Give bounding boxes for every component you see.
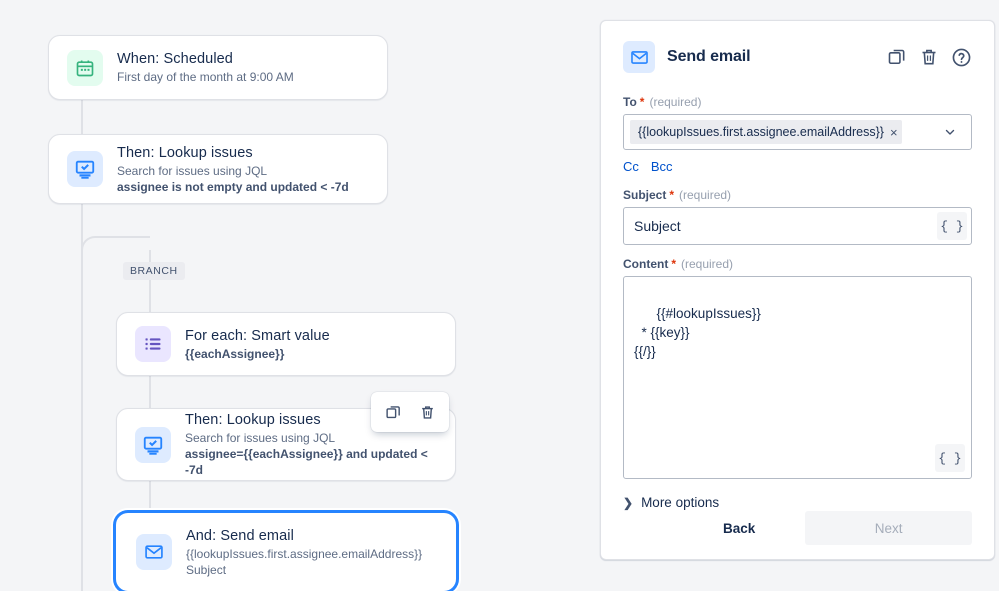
cc-link[interactable]: Cc (623, 159, 639, 174)
node-text: And: Send email {{lookupIssues.first.ass… (186, 527, 422, 578)
required-hint: (required) (681, 257, 734, 271)
smart-value-button[interactable]: { } (937, 212, 967, 240)
delete-node-button[interactable] (413, 398, 441, 426)
monitor-check-icon (67, 151, 103, 187)
content-textarea-value: {{#lookupIssues}} * {{key}} {{/}} (634, 306, 761, 359)
help-icon[interactable] (951, 47, 972, 68)
branch-connector-line (149, 250, 151, 312)
next-button[interactable]: Next (805, 511, 972, 545)
smart-value-button[interactable]: { } (935, 444, 965, 472)
node-recipient: {{lookupIssues.first.assignee.emailAddre… (186, 546, 423, 561)
required-star: * (669, 188, 675, 202)
subject-field-label: Subject * (required) (623, 188, 972, 202)
panel-actions (887, 47, 972, 68)
node-text: For each: Smart value {{eachAssignee}} (185, 327, 330, 362)
branch-connector-line (149, 481, 151, 513)
automation-rule-builder: BRANCH When: Scheduled First day of the … (0, 0, 999, 591)
node-for-each-smart-value[interactable]: For each: Smart value {{eachAssignee}} (116, 312, 456, 376)
duplicate-component-button[interactable] (887, 47, 907, 67)
panel-footer: Back Next (601, 497, 994, 559)
send-email-config-panel: Send email To * (required) {{lookupIssue… (600, 20, 995, 560)
delete-component-button[interactable] (919, 47, 939, 67)
node-title: When: Scheduled (117, 51, 233, 67)
required-hint: (required) (679, 188, 732, 202)
cc-bcc-row: Cc Bcc (623, 159, 972, 174)
panel-title: Send email (667, 48, 751, 65)
required-hint: (required) (649, 95, 702, 109)
node-text: Then: Lookup issues Search for issues us… (117, 144, 349, 195)
recipient-chip[interactable]: {{lookupIssues.first.assignee.emailAddre… (630, 120, 902, 144)
required-star: * (671, 257, 676, 271)
required-star: * (639, 95, 645, 109)
node-hover-toolbar (371, 392, 449, 432)
node-title: Then: Lookup issues (117, 144, 253, 161)
content-label-text: Content (623, 257, 669, 271)
back-button[interactable]: Back (701, 511, 777, 545)
calendar-icon (67, 49, 103, 86)
node-text: When: Scheduled First day of the month a… (117, 50, 294, 85)
list-icon (135, 326, 171, 362)
to-field-label: To * (required) (623, 95, 972, 109)
envelope-icon (623, 41, 655, 73)
rule-canvas: BRANCH When: Scheduled First day of the … (0, 0, 600, 591)
connector-line (81, 100, 83, 134)
node-subtitle: Search for issues using JQL (117, 163, 268, 178)
node-jql: assignee is not empty and updated < -7d (117, 179, 349, 194)
node-subtitle: Search for issues using JQL (185, 431, 336, 445)
node-when-scheduled[interactable]: When: Scheduled First day of the month a… (48, 35, 388, 100)
content-field-label: Content * (required) (623, 257, 972, 271)
node-subtitle: First day of the month at 9:00 AM (117, 70, 294, 84)
subject-label-text: Subject (623, 188, 667, 202)
bcc-link[interactable]: Bcc (651, 159, 673, 174)
envelope-icon (136, 534, 172, 570)
chevron-down-icon[interactable] (935, 125, 965, 139)
branch-connector-line (149, 376, 151, 408)
duplicate-node-button[interactable] (379, 398, 407, 426)
node-title: For each: Smart value (185, 327, 330, 344)
to-select[interactable]: {{lookupIssues.first.assignee.emailAddre… (623, 114, 972, 150)
node-title: And: Send email (186, 527, 294, 544)
node-then-lookup-issues[interactable]: Then: Lookup issues Search for issues us… (48, 134, 388, 204)
node-smart-value: {{eachAssignee}} (185, 346, 285, 361)
to-label-text: To (623, 95, 637, 109)
subject-input[interactable]: Subject { } (623, 207, 972, 245)
panel-header: Send email (623, 41, 972, 73)
close-icon[interactable]: × (890, 126, 898, 139)
monitor-check-icon (135, 426, 171, 463)
subject-input-value: Subject (634, 218, 681, 234)
recipient-chip-label: {{lookupIssues.first.assignee.emailAddre… (638, 125, 884, 139)
node-and-send-email[interactable]: And: Send email {{lookupIssues.first.ass… (116, 513, 456, 591)
content-textarea[interactable]: {{#lookupIssues}} * {{key}} {{/}} { } (623, 276, 972, 479)
node-subject: Subject (186, 562, 227, 577)
branch-pill: BRANCH (123, 262, 185, 280)
node-jql: assignee={{eachAssignee}} and updated < … (185, 447, 428, 477)
